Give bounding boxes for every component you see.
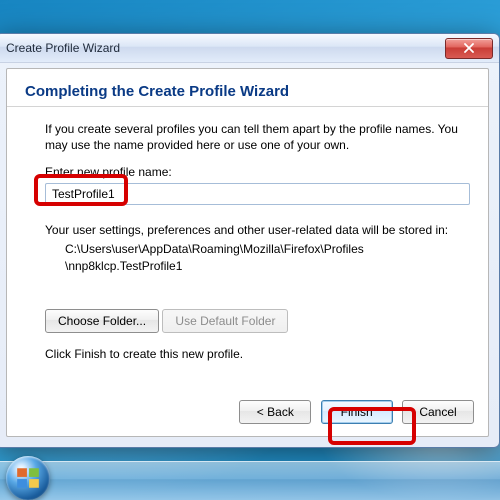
wizard-body: Completing the Create Profile Wizard If … [6, 68, 489, 437]
storage-msg: Your user settings, preferences and othe… [45, 223, 470, 237]
title-bar[interactable]: Create Profile Wizard [0, 34, 499, 63]
profile-path: C:\Users\user\AppData\Roaming\Mozilla\Fi… [65, 241, 470, 275]
desktop-background: Create Profile Wizard Completing the Cre… [0, 0, 500, 500]
finish-button[interactable]: Finish [321, 400, 393, 424]
use-default-folder-button: Use Default Folder [162, 309, 288, 333]
back-button[interactable]: < Back [239, 400, 311, 424]
taskbar[interactable] [0, 461, 500, 500]
wizard-window: Create Profile Wizard Completing the Cre… [0, 33, 500, 448]
finish-hint: Click Finish to create this new profile. [45, 347, 470, 361]
close-button[interactable] [445, 38, 493, 59]
profile-name-label: Enter new profile name: [45, 165, 470, 179]
page-heading: Completing the Create Profile Wizard [25, 83, 470, 100]
intro-text: If you create several profiles you can t… [45, 121, 470, 153]
close-icon [464, 43, 474, 53]
start-button[interactable] [6, 456, 50, 500]
dialog-buttons: < Back Finish Cancel [233, 400, 474, 424]
window-title: Create Profile Wizard [6, 41, 445, 55]
cancel-button[interactable]: Cancel [402, 400, 474, 424]
divider [7, 106, 488, 107]
choose-folder-button[interactable]: Choose Folder... [45, 309, 159, 333]
profile-name-input[interactable] [45, 183, 470, 205]
